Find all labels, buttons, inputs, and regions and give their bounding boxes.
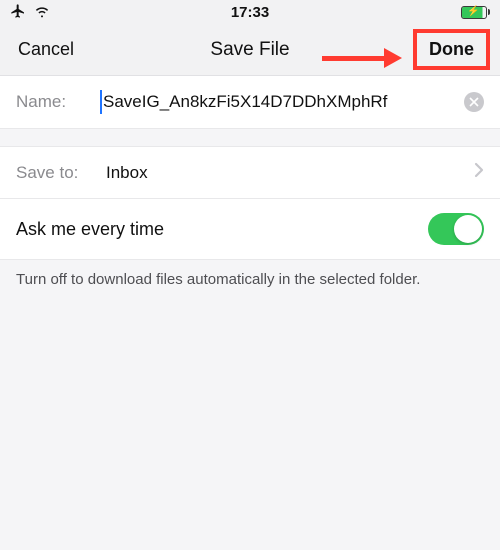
airplane-mode-icon <box>10 3 26 22</box>
status-bar: 17:33 ⚡ <box>0 0 500 24</box>
ask-every-time-label: Ask me every time <box>16 219 428 240</box>
name-label: Name: <box>16 92 100 112</box>
name-row[interactable]: Name: SaveIG_An8kzFi5X14D7DDhXMphRf <box>0 76 500 129</box>
name-value: SaveIG_An8kzFi5X14D7DDhXMphRf <box>103 92 387 112</box>
save-to-value: Inbox <box>106 163 468 183</box>
clear-text-button[interactable] <box>464 92 484 112</box>
ask-every-time-toggle[interactable] <box>428 213 484 245</box>
name-input[interactable]: SaveIG_An8kzFi5X14D7DDhXMphRf <box>100 90 458 114</box>
done-button[interactable]: Done <box>429 39 474 59</box>
ask-every-time-row: Ask me every time <box>0 199 500 260</box>
save-to-label: Save to: <box>16 163 106 183</box>
save-to-row[interactable]: Save to: Inbox <box>0 147 500 199</box>
cancel-button[interactable]: Cancel <box>18 39 74 60</box>
battery-icon: ⚡ <box>461 6 491 19</box>
nav-bar: Cancel Save File Done <box>0 24 500 76</box>
text-cursor <box>100 90 102 114</box>
wifi-icon <box>34 3 50 22</box>
footer-note: Turn off to download files automatically… <box>0 260 500 290</box>
status-time: 17:33 <box>0 4 500 21</box>
chevron-right-icon <box>474 161 484 184</box>
